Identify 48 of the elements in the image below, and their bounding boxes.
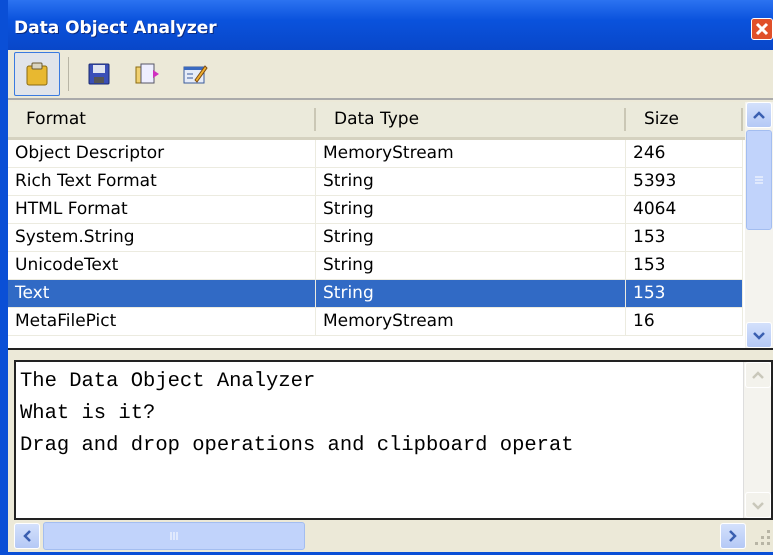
table-cell: String	[316, 280, 626, 308]
grip-lines-icon	[169, 531, 179, 541]
table-row[interactable]: MetaFilePict MemoryStream 16	[8, 308, 745, 336]
table-cell: HTML Format	[8, 196, 316, 224]
table-cell: 153	[626, 224, 743, 252]
table-cell: Object Descriptor	[8, 140, 316, 168]
caret-right-icon	[728, 529, 738, 543]
table-cell: 153	[626, 280, 743, 308]
scrollbar-thumb[interactable]	[746, 130, 772, 230]
window-title: Data Object Analyzer	[14, 17, 217, 40]
table-cell: MetaFilePict	[8, 308, 316, 336]
table-cell: MemoryStream	[316, 308, 626, 336]
scroll-left-button[interactable]	[14, 523, 40, 549]
table-cell: Text	[8, 280, 316, 308]
grip-lines-icon	[754, 175, 764, 185]
table-cell: MemoryStream	[316, 140, 626, 168]
table-row[interactable]: Rich Text Format String 5393	[8, 168, 745, 196]
table-cell: String	[316, 196, 626, 224]
table-row[interactable]: System.String String 153	[8, 224, 745, 252]
text-line: The Data Object Analyzer	[20, 369, 316, 395]
close-button[interactable]	[751, 18, 773, 40]
text-line: Drag and drop operations and clipboard operat	[20, 433, 575, 459]
caret-down-icon	[750, 500, 764, 510]
table-row[interactable]: Object Descriptor MemoryStream 246	[8, 140, 745, 168]
table-cell: 5393	[626, 168, 743, 196]
caret-left-icon	[22, 529, 32, 543]
caret-up-icon	[752, 110, 766, 120]
caret-up-icon	[750, 370, 764, 380]
text-line: What is it?	[20, 401, 156, 427]
table-row[interactable]: HTML Format String 4064	[8, 196, 745, 224]
column-header[interactable]: Data Type	[316, 108, 626, 131]
table-cell: String	[316, 168, 626, 196]
caret-down-icon	[752, 330, 766, 340]
table-cell: Rich Text Format	[8, 168, 316, 196]
table-cell: 4064	[626, 196, 743, 224]
scroll-down-button[interactable]	[746, 322, 772, 348]
table-cell: String	[316, 224, 626, 252]
clipboard-button[interactable]	[14, 52, 60, 96]
scroll-right-button[interactable]	[720, 523, 746, 549]
table-cell: System.String	[8, 224, 316, 252]
scroll-up-button[interactable]	[746, 102, 772, 128]
column-header[interactable]: Format	[8, 108, 316, 131]
column-header[interactable]: Size	[626, 108, 743, 131]
table-cell: 16	[626, 308, 743, 336]
table-cell: 246	[626, 140, 743, 168]
table-row[interactable]: Text String 153	[8, 280, 745, 308]
close-icon	[755, 22, 769, 36]
scrollbar-thumb[interactable]	[43, 522, 305, 550]
